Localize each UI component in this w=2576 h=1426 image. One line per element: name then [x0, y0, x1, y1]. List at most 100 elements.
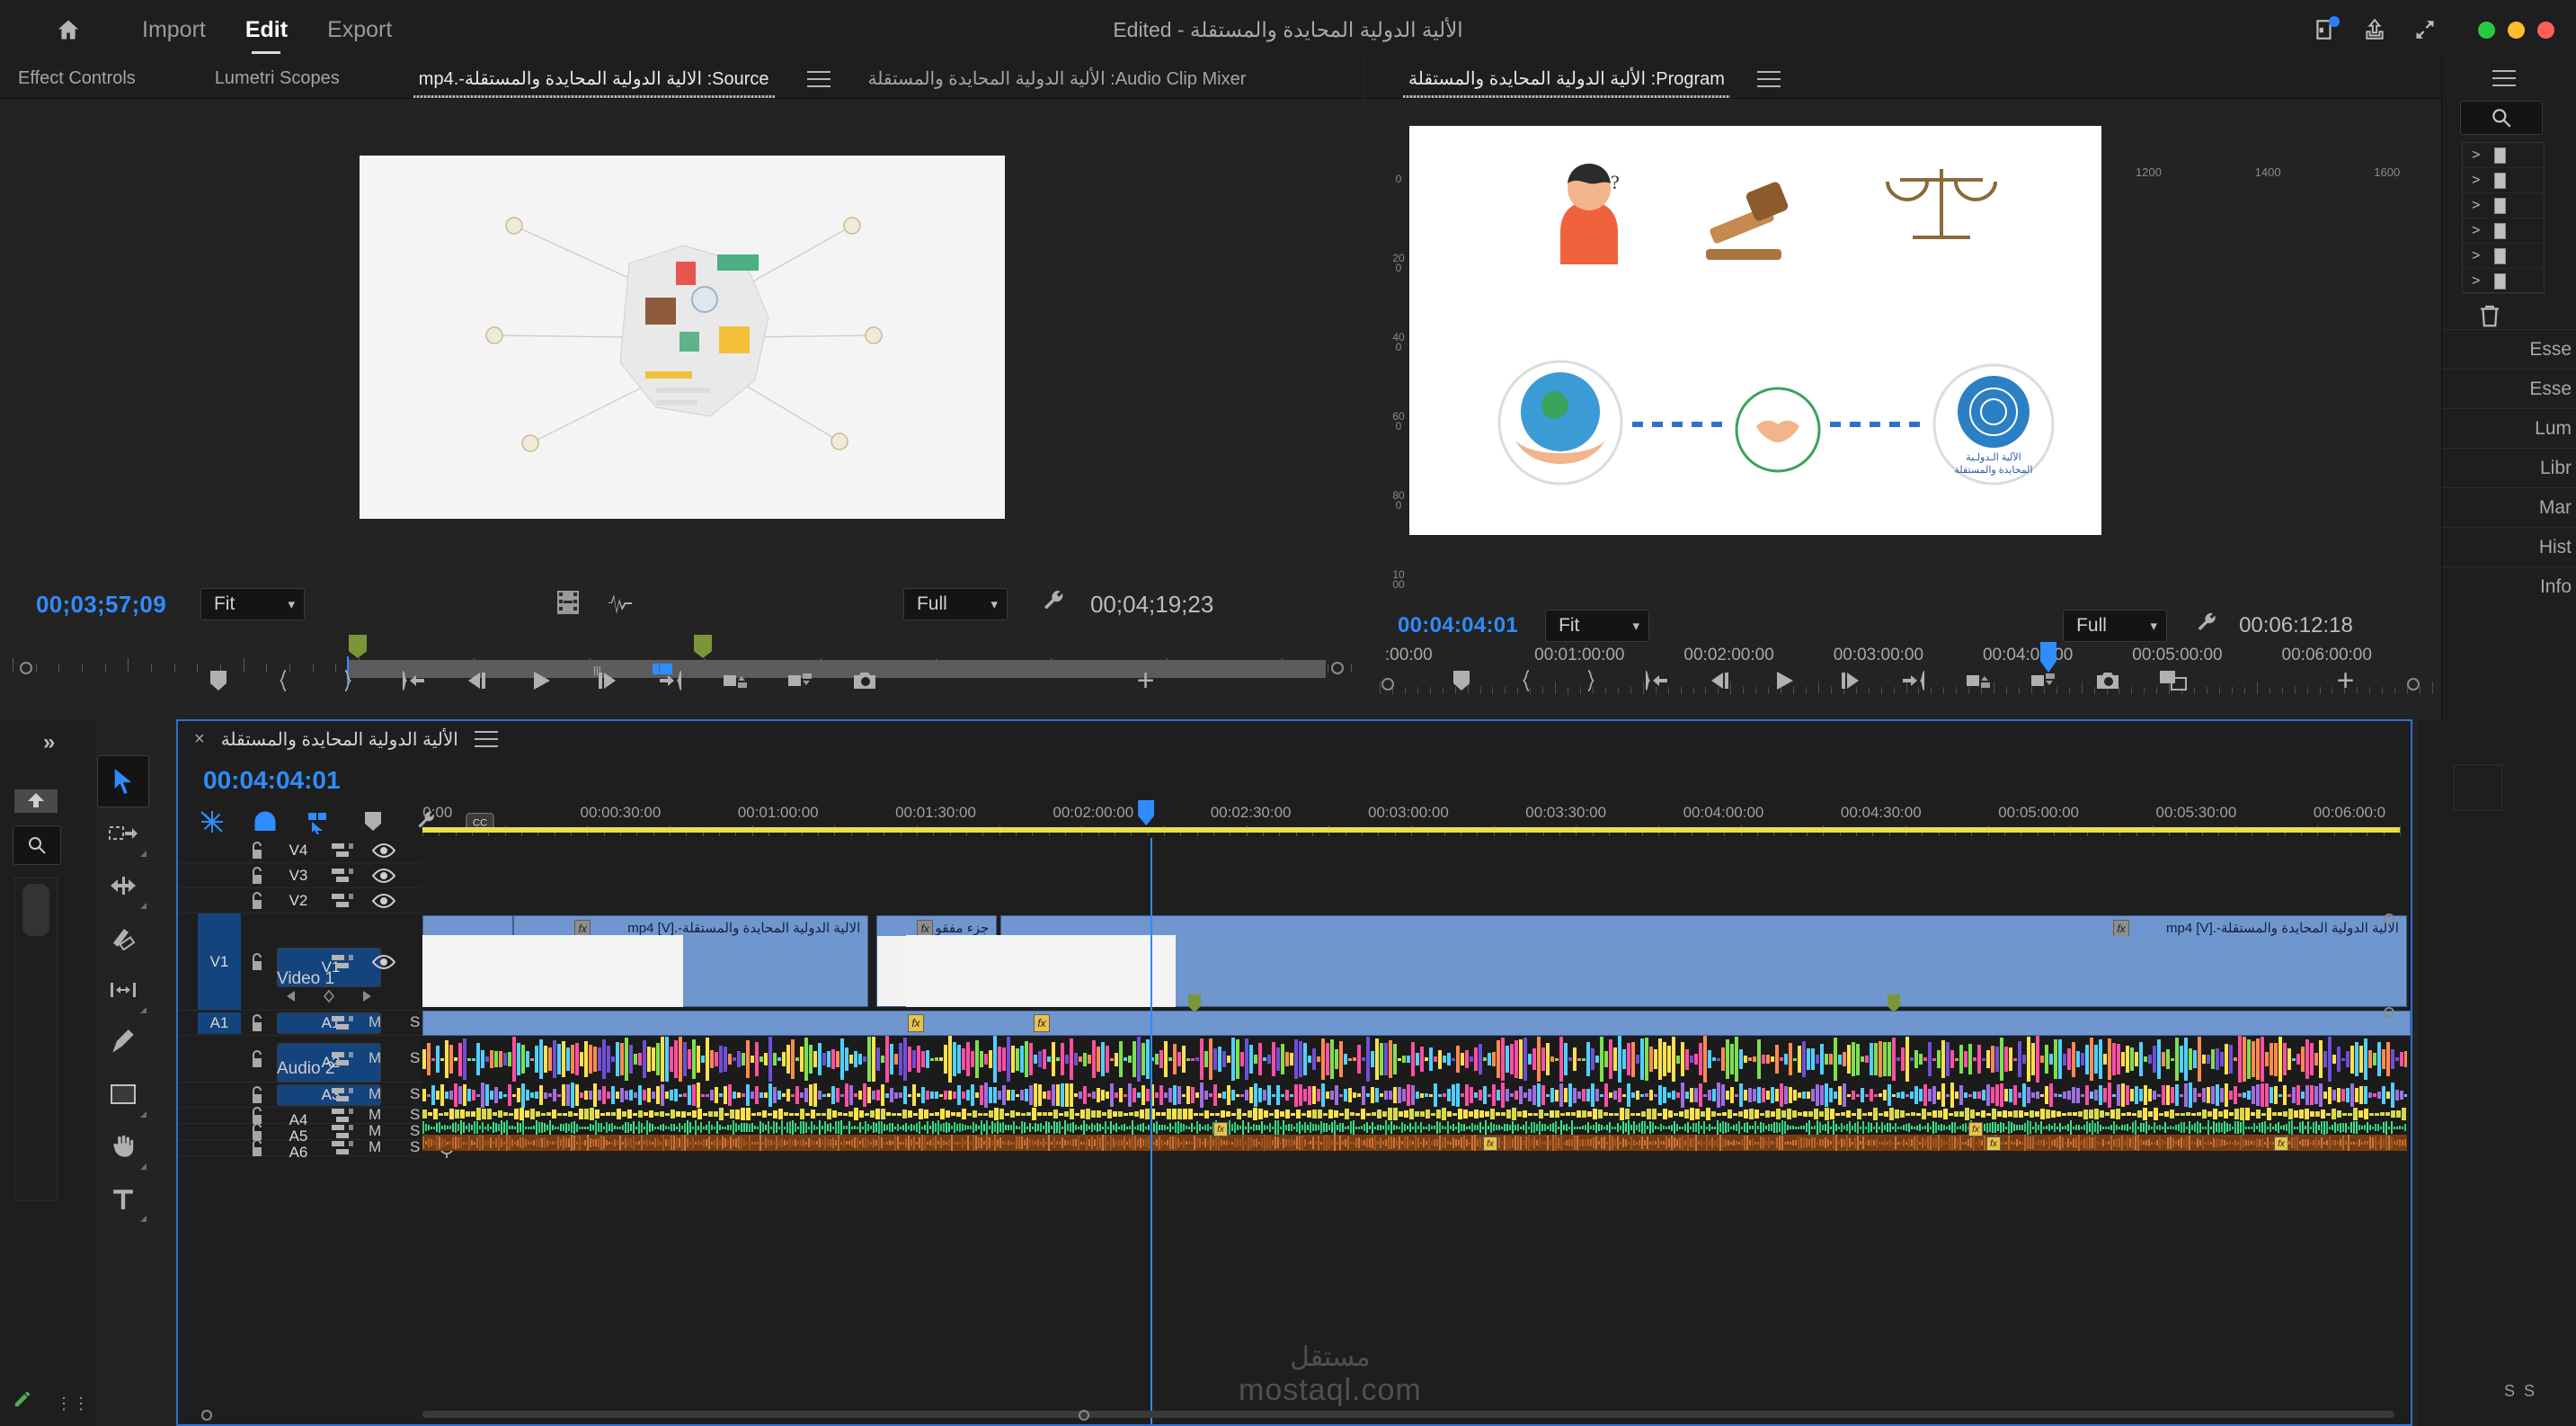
track-lock-V2[interactable]	[248, 891, 268, 915]
audio-waveform-lane[interactable]	[422, 1135, 2407, 1151]
program-mark-out-button[interactable]	[1576, 665, 1606, 696]
rail-tab-4[interactable]: Mar	[2442, 487, 2576, 527]
timeline-clip[interactable]: الالية الدولية المحايدة والمستقلة-.[V] m…	[1000, 915, 2407, 1007]
nav-tab-edit[interactable]: Edit	[226, 0, 307, 59]
linked-selection-icon[interactable]	[305, 807, 333, 836]
track-lock-V3[interactable]	[248, 866, 268, 890]
window-maximize-button[interactable]	[2478, 21, 2495, 39]
timeline-scrollbar-thumb[interactable]	[422, 1411, 2394, 1418]
ripple-edit-tool[interactable]	[97, 860, 149, 912]
timeline-close-icon[interactable]: ×	[194, 729, 205, 750]
track-mute-A6[interactable]: M	[369, 1138, 381, 1156]
insert-overwrite-toggle-icon[interactable]	[198, 807, 227, 836]
selection-tool[interactable]	[97, 755, 149, 807]
rail-bin-row[interactable]: >	[2463, 168, 2544, 193]
program-fit-select[interactable]: Fit ▾	[1545, 610, 1650, 642]
sync-lock-V3[interactable]	[331, 867, 358, 889]
wrench-icon[interactable]	[1040, 589, 1067, 620]
program-step-forward-button[interactable]	[1834, 665, 1865, 696]
mark-in-button[interactable]	[268, 665, 298, 696]
rail-bin-row[interactable]: >	[2463, 193, 2544, 218]
track-visibility-V1[interactable]	[371, 954, 397, 974]
comparison-view-button[interactable]	[2158, 665, 2189, 696]
workspace-icon[interactable]	[2311, 16, 2340, 43]
track-select-forward-tool[interactable]	[97, 807, 149, 860]
timeline-horizontal-scrollbar[interactable]	[422, 1408, 2394, 1421]
track-name-A3[interactable]: A3	[277, 1084, 381, 1106]
take-audio-icon[interactable]	[607, 591, 634, 619]
source-patch-V1[interactable]: V1	[198, 914, 241, 1010]
timeline-zoom-handle-left[interactable]	[201, 1410, 212, 1421]
step-back-button[interactable]	[462, 665, 493, 696]
add-marker-icon[interactable]	[359, 807, 387, 836]
track-mute-A4[interactable]: M	[369, 1106, 381, 1124]
timeline-marker[interactable]	[1888, 994, 1900, 1012]
pen-tool[interactable]	[97, 1016, 149, 1068]
source-monitor-viewer[interactable]	[0, 99, 1364, 575]
track-header-A4[interactable]: A4 M S	[178, 1106, 454, 1128]
go-to-out-button[interactable]	[656, 665, 687, 696]
audio-meter-solo-labels[interactable]: SS	[2504, 1382, 2544, 1401]
track-height-handle[interactable]	[2384, 1007, 2394, 1018]
track-visibility-V3[interactable]	[371, 868, 397, 887]
sync-lock-A6[interactable]	[331, 1139, 358, 1162]
program-go-to-in-button[interactable]	[1640, 665, 1671, 696]
track-lock-A1[interactable]	[248, 1013, 268, 1038]
program-lift-button[interactable]	[1964, 665, 1994, 696]
track-lock-V1[interactable]	[248, 952, 268, 976]
razor-tool[interactable]	[97, 912, 149, 964]
chevron-right-icon[interactable]: >	[2472, 198, 2480, 214]
track-solo-A4[interactable]: S	[410, 1106, 420, 1124]
type-tool[interactable]	[97, 1172, 149, 1225]
slip-tool[interactable]	[97, 964, 149, 1016]
rail-tab-6[interactable]: Info	[2442, 566, 2576, 606]
track-solo-A5[interactable]: S	[410, 1122, 420, 1140]
track-solo-A6[interactable]: S	[410, 1138, 420, 1156]
program-step-back-button[interactable]	[1705, 665, 1736, 696]
audio-clip-a1[interactable]	[422, 1011, 2411, 1036]
play-stop-button[interactable]	[527, 665, 557, 696]
track-header-A5[interactable]: A5 M S	[178, 1122, 454, 1145]
rail-bin-list[interactable]: > > > > > >	[2462, 142, 2545, 294]
program-quality-select[interactable]: Full ▾	[2063, 610, 2168, 642]
track-solo-A1[interactable]: S	[410, 1013, 420, 1031]
track-header-A2[interactable]: A2 M S Audio 2	[178, 1036, 454, 1083]
track-solo-A2[interactable]: S	[410, 1049, 420, 1067]
chevron-right-icon[interactable]: >	[2472, 173, 2480, 189]
project-scrollbar-thumb[interactable]	[22, 884, 49, 936]
rail-search-button[interactable]	[2460, 101, 2543, 135]
source-fit-select[interactable]: Fit ▾	[200, 588, 305, 620]
program-button-editor-plus[interactable]: +	[2331, 664, 2361, 698]
track-header-V1[interactable]: V1 V1 Video 1	[178, 914, 422, 1011]
insert-button[interactable]	[721, 665, 751, 696]
program-mark-in-button[interactable]	[1511, 665, 1541, 696]
rail-bin-row[interactable]: >	[2463, 244, 2544, 269]
track-visibility-V2[interactable]	[371, 893, 397, 913]
track-mute-A1[interactable]: M	[369, 1013, 381, 1031]
folder-up-icon[interactable]	[13, 784, 59, 819]
overwrite-button[interactable]	[786, 665, 816, 696]
program-extract-button[interactable]	[2029, 665, 2059, 696]
tab-audio-clip-mixer[interactable]: Audio Clip Mixer: الألية الدولية المحايد…	[850, 59, 1265, 99]
track-name-A6[interactable]: A6	[277, 1142, 320, 1163]
tab-lumetri-scopes[interactable]: Lumetri Scopes	[197, 59, 358, 99]
add-keyframe-icon[interactable]	[322, 989, 336, 1008]
track-name-A1[interactable]: A1	[277, 1012, 381, 1034]
track-name-V4[interactable]: V4	[277, 840, 320, 861]
timeline-zoom-handle-right[interactable]	[1079, 1410, 1089, 1421]
sync-lock-A1[interactable]	[331, 1014, 358, 1037]
program-export-frame-button[interactable]	[2093, 665, 2124, 696]
audio-waveform-lane[interactable]	[422, 1036, 2407, 1083]
timeline-sequence-title[interactable]: الألية الدولية المحايدة والمستقلة	[221, 728, 458, 751]
sync-lock-A3[interactable]	[331, 1086, 358, 1109]
source-quality-select[interactable]: Full ▾	[902, 588, 1008, 620]
window-minimize-button[interactable]	[2508, 21, 2525, 39]
source-button-editor-plus[interactable]: +	[1131, 664, 1161, 698]
track-lock-A2[interactable]	[248, 1049, 268, 1074]
program-playhead-timecode[interactable]: 00:04:04:01	[1398, 613, 1518, 638]
program-duration-timecode[interactable]: 00:06:12:18	[2239, 613, 2353, 638]
sync-lock-V1[interactable]	[331, 953, 358, 976]
program-wrench-icon[interactable]	[2194, 611, 2219, 641]
timeline-marker[interactable]	[1188, 994, 1201, 1012]
take-video-icon[interactable]	[556, 590, 580, 619]
